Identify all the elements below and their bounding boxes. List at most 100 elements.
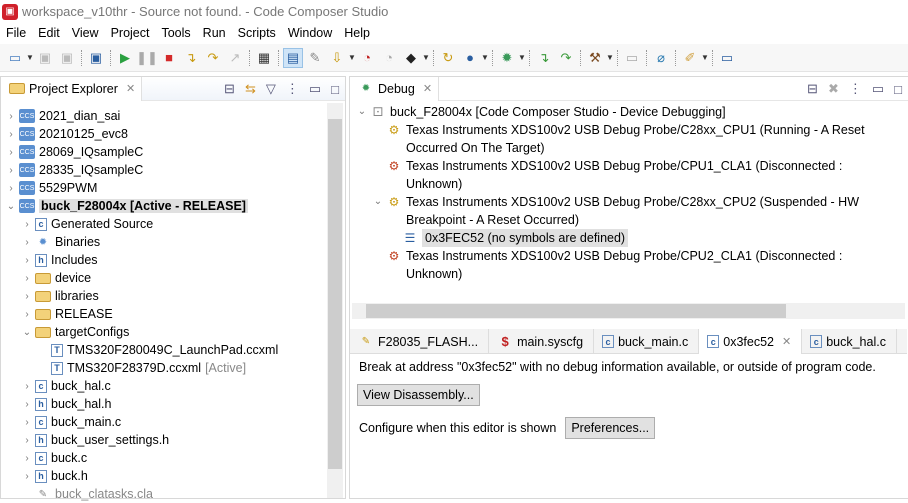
dropdown-arrow-icon[interactable]: ▼	[481, 53, 489, 62]
tab-f28035-flash[interactable]: ✎ F28035_FLASH...	[350, 329, 490, 354]
tab-0x3fec52[interactable]: c 0x3fec52 ✕	[699, 329, 803, 354]
tree-item[interactable]: › CCS 28335_IQsampleC	[1, 161, 345, 179]
chevron-right-icon[interactable]: ›	[5, 129, 17, 140]
chevron-right-icon[interactable]: ›	[21, 309, 33, 320]
close-icon[interactable]: ✕	[423, 82, 432, 95]
tree-item[interactable]: › CCS 20210125_evc8	[1, 125, 345, 143]
debug-tree-item[interactable]: ⌄ ⚙ Texas Instruments XDS100v2 USB Debug P…	[350, 193, 905, 229]
dropdown-arrow-icon[interactable]: ▼	[348, 53, 356, 62]
chevron-down-icon[interactable]: ⌄	[372, 193, 384, 211]
load-program-icon[interactable]: ⇩	[327, 48, 347, 68]
dropdown-arrow-icon[interactable]: ▼	[26, 53, 34, 62]
chevron-right-icon[interactable]: ›	[5, 147, 17, 158]
search-icon[interactable]: ⌀	[651, 48, 671, 68]
link-editor-icon[interactable]: ⇆	[245, 81, 256, 97]
vertical-scrollbar[interactable]	[327, 103, 343, 498]
chevron-right-icon[interactable]: ›	[21, 381, 33, 392]
tree-item[interactable]: ⌄ targetConfigs	[1, 323, 345, 341]
dropdown-arrow-icon[interactable]: ▼	[606, 53, 614, 62]
maximize-icon[interactable]: □	[331, 82, 339, 97]
debug-tree-item[interactable]: ⚙ Texas Instruments XDS100v2 USB Debug Pr…	[350, 121, 905, 157]
breakpoint-icon[interactable]: ◔	[357, 48, 377, 68]
step-into-icon[interactable]: ↴	[181, 48, 201, 68]
chevron-right-icon[interactable]: ›	[21, 471, 33, 482]
chevron-right-icon[interactable]: ›	[5, 183, 17, 194]
step-over-icon[interactable]: ↷	[203, 48, 223, 68]
debug-view-icon[interactable]: ▤	[283, 47, 303, 68]
chevron-right-icon[interactable]: ›	[21, 219, 33, 230]
restart-icon[interactable]: ↻	[438, 48, 458, 68]
tree-item[interactable]: › CCS 2021_dian_sai	[1, 107, 345, 125]
resume-icon[interactable]: ▶	[115, 48, 135, 68]
tree-item[interactable]: › h buck_hal.h	[1, 395, 345, 413]
chevron-down-icon[interactable]: ⌄	[356, 103, 368, 121]
dropdown-arrow-icon[interactable]: ▼	[422, 53, 430, 62]
minimize-icon[interactable]: ▭	[872, 81, 884, 97]
chevron-down-icon[interactable]: ⌄	[21, 327, 33, 338]
tab-project-explorer[interactable]: Project Explorer ✕	[1, 76, 143, 101]
save-all-icon[interactable]: ▣	[57, 48, 77, 68]
flash-icon[interactable]: ◆	[401, 48, 421, 68]
tree-item[interactable]: T TMS320F28379D.ccxml [Active]	[1, 359, 345, 377]
tree-item[interactable]: ⌄ CCS buck_F28004x [Active - RELEASE]	[1, 197, 345, 215]
tree-item[interactable]: › RELEASE	[1, 305, 345, 323]
chevron-right-icon[interactable]: ›	[21, 291, 33, 302]
view-menu-icon[interactable]: ⋮	[286, 81, 299, 97]
hammer-icon[interactable]: ⚒	[585, 48, 605, 68]
menu-help[interactable]: Help	[338, 26, 376, 40]
chevron-right-icon[interactable]: ›	[5, 111, 17, 122]
maximize-icon[interactable]: □	[894, 82, 902, 97]
suspend-icon[interactable]: ❚❚	[136, 48, 158, 68]
remove-terminated-icon[interactable]: ✖	[828, 81, 839, 97]
tree-item[interactable]: › CCS 28069_IQsampleC	[1, 143, 345, 161]
dropdown-arrow-icon[interactable]: ▼	[518, 53, 526, 62]
filter-icon[interactable]: ▽	[266, 81, 276, 97]
chevron-down-icon[interactable]: ⌄	[5, 201, 17, 212]
debug-tree-item[interactable]: ☰ 0x3FEC52 (no symbols are defined)	[350, 229, 905, 247]
tab-buck-main-c[interactable]: c buck_main.c	[594, 329, 700, 354]
debug-tree-item[interactable]: ⚙ Texas Instruments XDS100v2 USB Debug Pr…	[350, 157, 905, 193]
chevron-right-icon[interactable]: ›	[21, 255, 33, 266]
tab-debug[interactable]: ✹ Debug ✕	[350, 76, 440, 101]
tree-item[interactable]: › c buck.c	[1, 449, 345, 467]
tree-item[interactable]: › ✹ Binaries	[1, 233, 345, 251]
debug-tree-item[interactable]: ⚙ Texas Instruments XDS100v2 USB Debug Pr…	[350, 247, 905, 283]
tree-item[interactable]: › libraries	[1, 287, 345, 305]
terminate-icon[interactable]: ■	[159, 48, 179, 68]
tab-buck-hal-c[interactable]: c buck_hal.c	[802, 329, 897, 354]
chevron-right-icon[interactable]: ›	[21, 417, 33, 428]
new-icon[interactable]: ▭	[5, 48, 25, 68]
preferences-button[interactable]: Preferences...	[565, 417, 656, 439]
tree-item[interactable]: › c buck_main.c	[1, 413, 345, 431]
tree-item[interactable]: › h Includes	[1, 251, 345, 269]
tree-item[interactable]: ✎ buck_clatasks.cla	[1, 485, 345, 503]
debug-tree-item[interactable]: ⌄ ⚀ buck_F28004x [Code Composer Studio - D…	[350, 103, 905, 121]
menu-window[interactable]: Window	[282, 26, 338, 40]
bug-icon[interactable]: ✹	[497, 48, 517, 68]
asm-step-over-icon[interactable]: ↷	[556, 48, 576, 68]
pen-icon[interactable]: ✐	[680, 48, 700, 68]
step-return-icon[interactable]: ↗	[225, 48, 245, 68]
view-disassembly-button[interactable]: View Disassembly...	[357, 384, 480, 406]
menu-run[interactable]: Run	[197, 26, 232, 40]
tree-item[interactable]: › h buck_user_settings.h	[1, 431, 345, 449]
debug-icon[interactable]: ●	[460, 48, 480, 68]
close-icon[interactable]: ✕	[126, 82, 135, 95]
menu-view[interactable]: View	[66, 26, 105, 40]
view-menu-icon[interactable]: ⋮	[849, 81, 862, 97]
menu-tools[interactable]: Tools	[155, 26, 196, 40]
chevron-right-icon[interactable]: ›	[21, 273, 33, 284]
new-window-icon[interactable]: ▭	[717, 48, 737, 68]
tab-main-syscfg[interactable]: $ main.syscfg	[489, 329, 595, 354]
save-icon[interactable]: ▣	[35, 48, 55, 68]
tree-item[interactable]: › CCS 5529PWM	[1, 179, 345, 197]
console-icon[interactable]: ▭	[622, 48, 642, 68]
tree-item[interactable]: T TMS320F280049C_LaunchPad.ccxml	[1, 341, 345, 359]
tree-item[interactable]: › c buck_hal.c	[1, 377, 345, 395]
menu-project[interactable]: Project	[105, 26, 156, 40]
horizontal-scrollbar[interactable]	[352, 303, 905, 319]
collapse-all-icon[interactable]: ⊟	[224, 81, 235, 97]
close-icon[interactable]: ✕	[782, 335, 791, 348]
menu-edit[interactable]: Edit	[32, 26, 66, 40]
chevron-right-icon[interactable]: ›	[5, 165, 17, 176]
